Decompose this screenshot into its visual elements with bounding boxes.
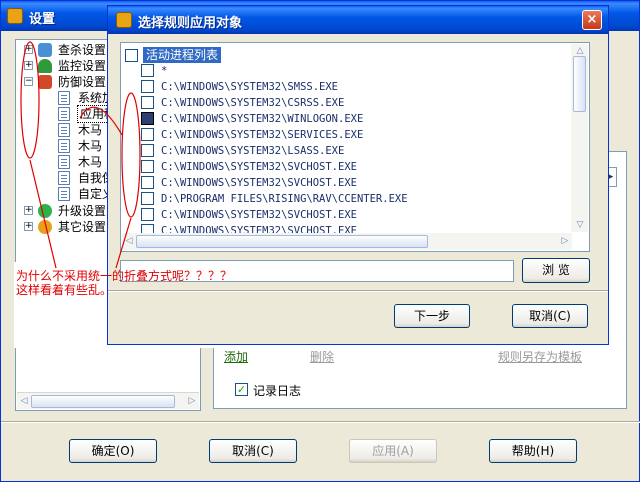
process-path: C:\WINDOWS\SYSTEM32\SVCHOST.EXE [161,161,357,173]
process-path: * [161,65,168,77]
log-checkbox-label: 记录日志 [253,384,302,398]
tree-label: 查杀设置 [58,43,107,57]
process-path: C:\WINDOWS\SYSTEM32\LSASS.EXE [161,145,345,157]
checkbox[interactable] [141,144,154,157]
document-icon [58,139,70,153]
process-path: C:\WINDOWS\SYSTEM32\CSRSS.EXE [161,97,345,109]
dialog-titlebar[interactable]: 选择规则应用对象 × [108,6,608,34]
scroll-right-icon[interactable]: ▷ [559,235,571,247]
expand-icon[interactable]: + [24,61,33,70]
process-path: C:\WINDOWS\SYSTEM32\WINLOGON.EXE [161,113,364,125]
scroll-left-icon[interactable]: ◁ [123,235,135,247]
browse-button[interactable]: 浏 览 [522,258,590,283]
tree-label: 其它设置 [58,220,107,234]
process-list[interactable]: 活动进程列表 * C:\WINDOWS\SYSTEM32\SMSS.EXE C:\W… [120,42,590,252]
collapse-icon[interactable]: − [24,77,33,86]
process-app-icon[interactable] [141,112,154,125]
save-template-link[interactable]: 规则另存为模板 [498,348,582,365]
tree-label: 防御设置 [58,75,107,89]
dialog-cancel-button[interactable]: 取消(C) [512,304,588,328]
scroll-thumb[interactable] [573,56,586,112]
tree-label: 监控设置 [58,59,107,73]
app-shield-icon [7,8,23,24]
dialog-title: 选择规则应用对象 [138,16,243,31]
annotation-text: 为什么不采用统一的折叠方式呢？？？？ 这样看着有些乱。 [16,269,232,297]
next-button[interactable]: 下一步 [394,304,470,328]
scroll-thumb[interactable] [31,395,175,408]
app-shield-icon [116,12,132,28]
delete-link[interactable]: 删除 [310,348,334,365]
window-title: 设置 [29,12,56,27]
checkbox[interactable] [141,80,154,93]
scroll-left-icon[interactable]: ◁ [18,395,30,407]
process-path: D:\PROGRAM FILES\RISING\RAV\CCENTER.EXE [161,193,408,205]
add-link[interactable]: 添加 [224,348,248,365]
checkbox[interactable] [141,208,154,221]
document-icon [58,123,70,137]
tree-label: 升级设置 [58,204,107,218]
upgrade-icon [38,204,52,218]
checkbox[interactable] [141,128,154,141]
process-path: C:\WINDOWS\SYSTEM32\SERVICES.EXE [161,129,364,141]
annotation-line-1: 为什么不采用统一的折叠方式呢？？？？ [16,269,233,283]
search-icon [38,43,52,57]
scroll-right-icon[interactable]: ▷ [186,395,198,407]
cancel-button[interactable]: 取消(C) [209,439,297,463]
process-path: C:\WINDOWS\SYSTEM32\SVCHOST.EXE [161,177,357,189]
apply-button[interactable]: 应用(A) [349,439,437,463]
expand-icon[interactable]: + [24,206,33,215]
tree-label: 木马 [78,123,103,137]
umbrella-icon [38,59,52,73]
tree-label: 木马 [78,155,103,169]
process-list-horizontal-scrollbar[interactable]: ◁ ▷ [122,233,572,250]
checkbox[interactable] [141,192,154,205]
document-icon [58,187,70,201]
bottom-separator [1,421,640,423]
tree-horizontal-scrollbar[interactable]: ◁ ▷ [17,392,199,409]
close-button[interactable]: × [582,10,602,30]
checkbox[interactable] [141,160,154,173]
checkbox[interactable] [141,96,154,109]
shield-icon [38,75,52,89]
scroll-down-icon[interactable]: ▽ [574,219,586,231]
document-icon [58,155,70,169]
checkbox[interactable] [141,64,154,77]
scroll-thumb[interactable] [136,235,428,248]
document-icon [58,91,70,105]
process-path: C:\WINDOWS\SYSTEM32\SMSS.EXE [161,81,339,93]
gear-icon [38,220,52,234]
help-button[interactable]: 帮助(H) [489,439,577,463]
annotation-line-2: 这样看着有些乱。 [16,283,113,297]
document-icon [58,107,70,121]
expand-icon[interactable]: + [24,222,33,231]
ok-button[interactable]: 确定(O) [69,439,157,463]
document-icon [58,171,70,185]
process-list-header-label: 活动进程列表 [143,47,222,63]
expand-icon[interactable]: + [24,45,33,54]
process-path: C:\WINDOWS\SYSTEM32\SVCHOST.EXE [161,209,357,221]
tree-label: 木马 [78,139,103,153]
log-checkbox[interactable]: ✓ [235,383,248,396]
checkbox[interactable] [141,176,154,189]
process-list-vertical-scrollbar[interactable]: △ ▽ [571,44,588,232]
checkbox[interactable] [125,49,138,62]
